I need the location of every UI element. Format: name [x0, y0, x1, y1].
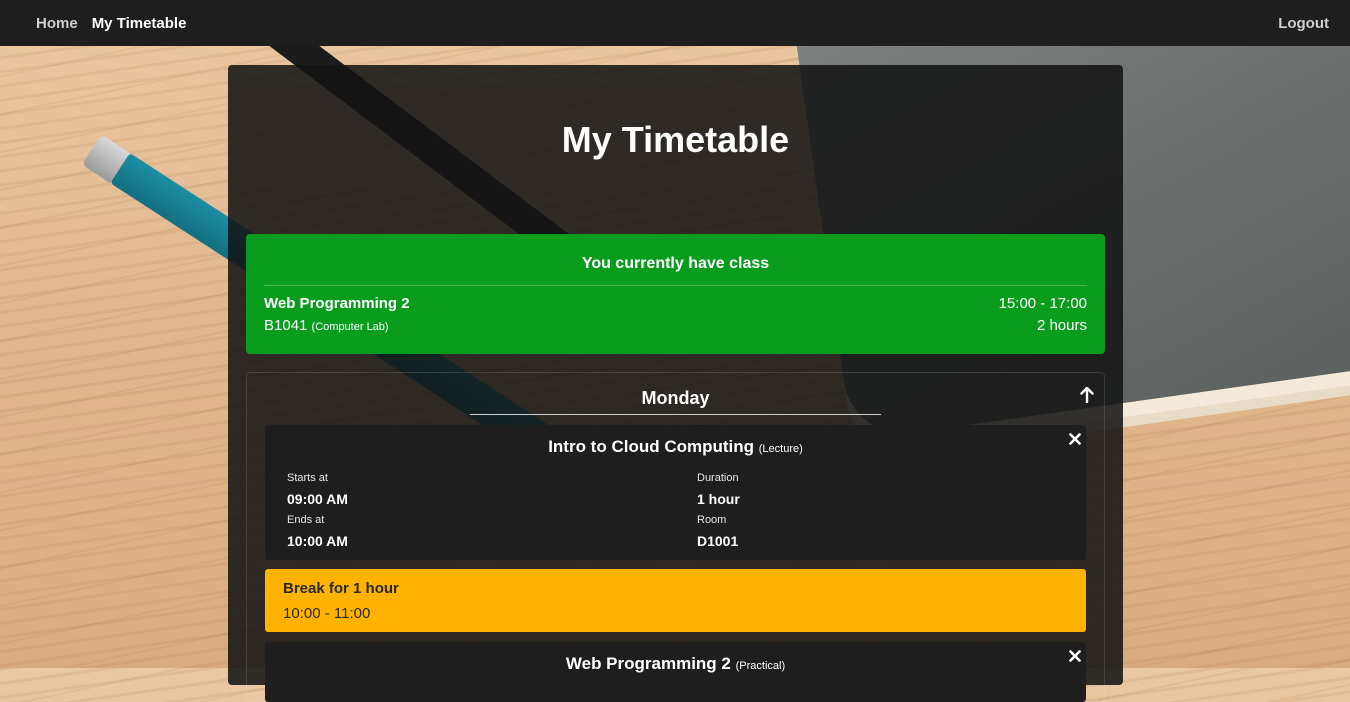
nav-links: Home My Timetable [36, 15, 186, 32]
duration-field: Duration 1 hour [697, 471, 740, 508]
starts-at-field: Starts at 09:00 AM [287, 471, 348, 508]
break-card: Break for 1 hour 10:00 - 11:00 [265, 569, 1086, 632]
current-class-card: You currently have class Web Programming… [246, 234, 1105, 354]
current-room-type: (Computer Lab) [311, 321, 389, 333]
break-title: Break for 1 hour [283, 580, 399, 597]
nav-home-link[interactable]: Home [36, 15, 78, 32]
starts-at-label: Starts at [287, 472, 328, 484]
logout-link[interactable]: Logout [1278, 15, 1329, 32]
class-title: Intro to Cloud Computing (Lecture) [265, 437, 1086, 459]
timetable-panel: My Timetable You currently have class We… [228, 65, 1123, 702]
class-type: (Practical) [735, 660, 786, 672]
class-card: Web Programming 2 (Practical) [265, 642, 1086, 702]
class-name: Intro to Cloud Computing [548, 437, 755, 456]
current-class-room: B1041 (Computer Lab) [264, 317, 389, 334]
current-class-heading: You currently have class [264, 254, 1087, 286]
room-field: Room D1001 [697, 513, 738, 550]
ends-at-field: Ends at 10:00 AM [287, 513, 348, 550]
starts-at-value: 09:00 AM [287, 491, 348, 507]
ends-at-label: Ends at [287, 514, 325, 526]
current-class-course: Web Programming 2 [264, 295, 410, 312]
class-card: Intro to Cloud Computing (Lecture) Start… [265, 425, 1086, 560]
close-icon[interactable] [1069, 427, 1082, 445]
ends-at-value: 10:00 AM [287, 533, 348, 549]
day-title-divider [470, 414, 881, 415]
navbar: Home My Timetable Logout [0, 0, 1350, 46]
current-room-code: B1041 [264, 317, 308, 334]
duration-value: 1 hour [697, 491, 740, 507]
day-card-monday: Monday Intro to Cloud Computing (Lecture… [246, 372, 1105, 702]
current-class-duration: 2 hours [1036, 317, 1087, 334]
current-class-time: 15:00 - 17:00 [998, 295, 1087, 312]
break-time: 10:00 - 11:00 [283, 605, 371, 622]
arrow-up-icon[interactable] [1080, 387, 1094, 403]
page-title: My Timetable [561, 119, 790, 160]
class-name: Web Programming 2 [565, 654, 731, 673]
room-label: Room [697, 514, 727, 526]
close-icon[interactable] [1069, 644, 1082, 662]
day-title: Monday [641, 388, 710, 408]
room-value: D1001 [697, 533, 739, 549]
duration-label: Duration [697, 472, 739, 484]
nav-my-timetable-link[interactable]: My Timetable [92, 15, 187, 32]
class-type: (Lecture) [758, 443, 803, 455]
class-title: Web Programming 2 (Practical) [265, 654, 1086, 676]
